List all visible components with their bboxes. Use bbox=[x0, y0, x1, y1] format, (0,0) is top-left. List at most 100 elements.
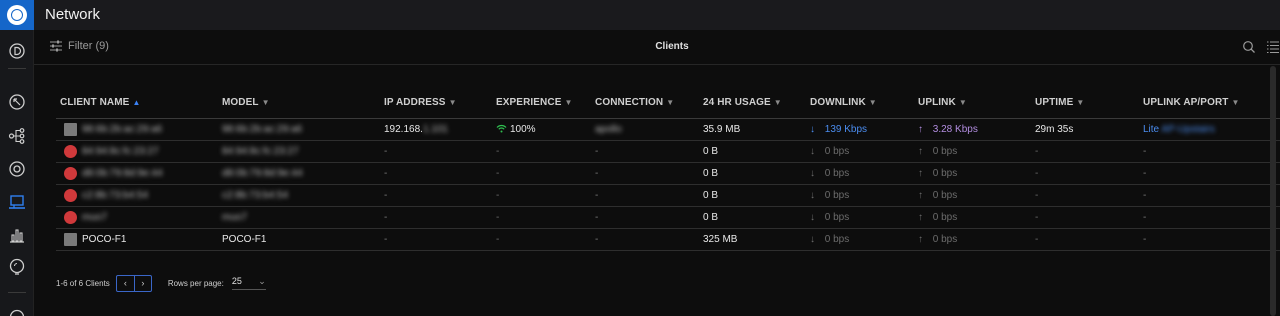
chevron-down-icon: ▼ bbox=[868, 98, 877, 107]
ubiquiti-logo-icon[interactable] bbox=[0, 0, 34, 30]
rows-per-page-value: 25 bbox=[231, 276, 242, 286]
client-connection: - bbox=[595, 190, 599, 201]
column-header-ip-address[interactable]: IP ADDRESS ▼ bbox=[384, 97, 457, 108]
column-header-uptime[interactable]: UPTIME ▼ bbox=[1035, 97, 1084, 108]
client-uplink: ↑ 0 bps bbox=[918, 234, 958, 245]
column-header-connection[interactable]: CONNECTION ▼ bbox=[595, 97, 674, 108]
client-usage: 0 B bbox=[703, 212, 719, 223]
wifi-icon bbox=[496, 124, 507, 133]
table-row[interactable]: 84:94:8c:fc:23:27 84:94:8c:fc:23:27 - - … bbox=[56, 141, 1280, 163]
phone-icon bbox=[64, 233, 77, 246]
client-experience: - bbox=[496, 168, 500, 179]
client-uplink-ap: - bbox=[1143, 190, 1147, 201]
arrow-down-icon: ↓ bbox=[810, 124, 815, 135]
target-icon bbox=[9, 161, 25, 177]
client-uplink-ap: - bbox=[1143, 146, 1147, 157]
client-name[interactable]: c2:8b:73:b4:54 bbox=[82, 190, 148, 201]
sidebar-item-clients[interactable] bbox=[0, 189, 34, 215]
client-name[interactable]: 98:6b:2b:ac:29:a6 bbox=[82, 124, 162, 135]
client-experience: - bbox=[496, 190, 500, 201]
sidebar-item-devices[interactable] bbox=[0, 123, 34, 149]
client-ip: - bbox=[384, 146, 388, 157]
column-header-downlink[interactable]: DOWNLINK ▼ bbox=[810, 97, 877, 108]
topology-icon bbox=[9, 94, 25, 110]
pagination-bar: 1-6 of 6 Clients ‹ › Rows per page: 25 ⌄ bbox=[56, 273, 266, 293]
sidebar-item-topology[interactable] bbox=[0, 89, 34, 115]
column-settings-icon[interactable] bbox=[1266, 40, 1280, 54]
client-name[interactable]: POCO-F1 bbox=[82, 234, 126, 245]
client-model: d8:0b:79:8d:9e:44 bbox=[222, 168, 303, 179]
client-downlink: ↓ 0 bps bbox=[810, 212, 850, 223]
client-downlink: ↓ 0 bps bbox=[810, 146, 850, 157]
client-name[interactable]: 84:94:8c:fc:23:27 bbox=[82, 146, 159, 157]
sidebar-divider bbox=[8, 292, 26, 293]
table-row[interactable]: POCO-F1 POCO-F1 - - - 325 MB ↓ 0 bps ↑ 0… bbox=[56, 229, 1280, 251]
sidebar-item-dashboard[interactable] bbox=[0, 38, 34, 64]
column-header-uplink-ap-port[interactable]: UPLINK AP/PORT ▼ bbox=[1143, 97, 1240, 108]
app-title: Network bbox=[45, 6, 101, 23]
pagination-range: 1-6 of 6 Clients bbox=[56, 278, 110, 288]
column-header-uplink[interactable]: UPLINK ▼ bbox=[918, 97, 967, 108]
client-connection: - bbox=[595, 168, 599, 179]
sidebar-item-clients-overview[interactable] bbox=[0, 156, 34, 182]
chevron-down-icon: ▼ bbox=[958, 98, 967, 107]
laptop-icon bbox=[64, 123, 77, 136]
table-row[interactable]: c2:8b:73:b4:54 c2:8b:73:b4:54 - - - 0 B … bbox=[56, 185, 1280, 207]
chevron-down-icon: ▼ bbox=[564, 98, 573, 107]
sidebar-item-statistics[interactable] bbox=[0, 222, 34, 248]
client-uptime: - bbox=[1035, 168, 1039, 179]
page-title: Clients bbox=[655, 41, 689, 52]
client-model: c2:8b:73:b4:54 bbox=[222, 190, 289, 201]
column-header-client-name[interactable]: CLIENT NAME ▲ bbox=[60, 97, 140, 108]
client-connection: - bbox=[595, 234, 599, 245]
prev-page-button[interactable]: ‹ bbox=[117, 276, 134, 291]
client-uplink-ap[interactable]: Lite AP-Upstairs bbox=[1143, 124, 1215, 135]
dashboard-icon bbox=[9, 43, 25, 59]
client-name[interactable]: d8:0b:79:8d:9e:44 bbox=[82, 168, 163, 179]
clients-icon bbox=[9, 195, 25, 209]
arrow-down-icon: ↓ bbox=[810, 146, 815, 157]
client-usage: 0 B bbox=[703, 146, 719, 157]
top-bar: Network bbox=[0, 0, 1280, 30]
client-uplink-ap: - bbox=[1143, 168, 1147, 179]
search-icon[interactable] bbox=[1242, 40, 1256, 54]
vertical-scrollbar[interactable] bbox=[1270, 66, 1276, 316]
client-experience: - bbox=[496, 234, 500, 245]
arrow-up-icon: ↑ bbox=[918, 168, 923, 179]
sidebar-item-insights[interactable] bbox=[0, 254, 34, 280]
client-uplink: ↑ 0 bps bbox=[918, 212, 958, 223]
column-header-experience[interactable]: EXPERIENCE ▼ bbox=[496, 97, 573, 108]
column-header-24hr-usage[interactable]: 24 HR USAGE ▼ bbox=[703, 97, 782, 108]
arrow-down-icon: ↓ bbox=[810, 190, 815, 201]
client-model: muo7 bbox=[222, 212, 248, 223]
client-experience: 100% bbox=[496, 124, 536, 135]
column-header-model[interactable]: MODEL ▼ bbox=[222, 97, 270, 108]
arrow-up-icon: ↑ bbox=[918, 234, 923, 245]
sidebar-divider bbox=[8, 68, 26, 69]
arrow-down-icon: ↓ bbox=[810, 168, 815, 179]
arrow-down-icon: ↓ bbox=[810, 212, 815, 223]
client-name[interactable]: muo7 bbox=[82, 212, 107, 223]
table-header: CLIENT NAME ▲ MODEL ▼ IP ADDRESS ▼ EXPERIEN… bbox=[56, 92, 1280, 119]
rows-per-page-label: Rows per page: bbox=[167, 278, 224, 288]
client-uplink: ↑ 0 bps bbox=[918, 190, 958, 201]
unknown-device-icon bbox=[64, 211, 77, 224]
table-row[interactable]: d8:0b:79:8d:9e:44 d8:0b:79:8d:9e:44 - - … bbox=[56, 163, 1280, 185]
client-usage: 0 B bbox=[703, 190, 719, 201]
table-row[interactable]: muo7 muo7 - - - 0 B ↓ 0 bps ↑ 0 bps - - bbox=[56, 207, 1280, 229]
client-uplink: ↑ 0 bps bbox=[918, 168, 958, 179]
table-row[interactable]: 98:6b:2b:ac:29:a6 98:6b:2b:ac:29:a6 192.… bbox=[56, 119, 1280, 141]
rows-per-page-select[interactable]: 25 ⌄ bbox=[231, 276, 266, 290]
client-downlink: ↓ 139 Kbps bbox=[810, 124, 868, 135]
arrow-up-icon: ↑ bbox=[918, 190, 923, 201]
client-ip: 192.168.1.101 bbox=[384, 124, 448, 135]
client-uptime: - bbox=[1035, 146, 1039, 157]
chevron-down-icon: ▼ bbox=[1231, 98, 1240, 107]
chevron-down-icon: ▼ bbox=[666, 98, 675, 107]
client-ip: - bbox=[384, 234, 388, 245]
next-page-button[interactable]: › bbox=[133, 275, 151, 291]
client-downlink: ↓ 0 bps bbox=[810, 234, 850, 245]
sidebar-item-more[interactable] bbox=[0, 302, 34, 316]
client-model: 84:94:8c:fc:23:27 bbox=[222, 146, 299, 157]
client-ip: - bbox=[384, 168, 388, 179]
